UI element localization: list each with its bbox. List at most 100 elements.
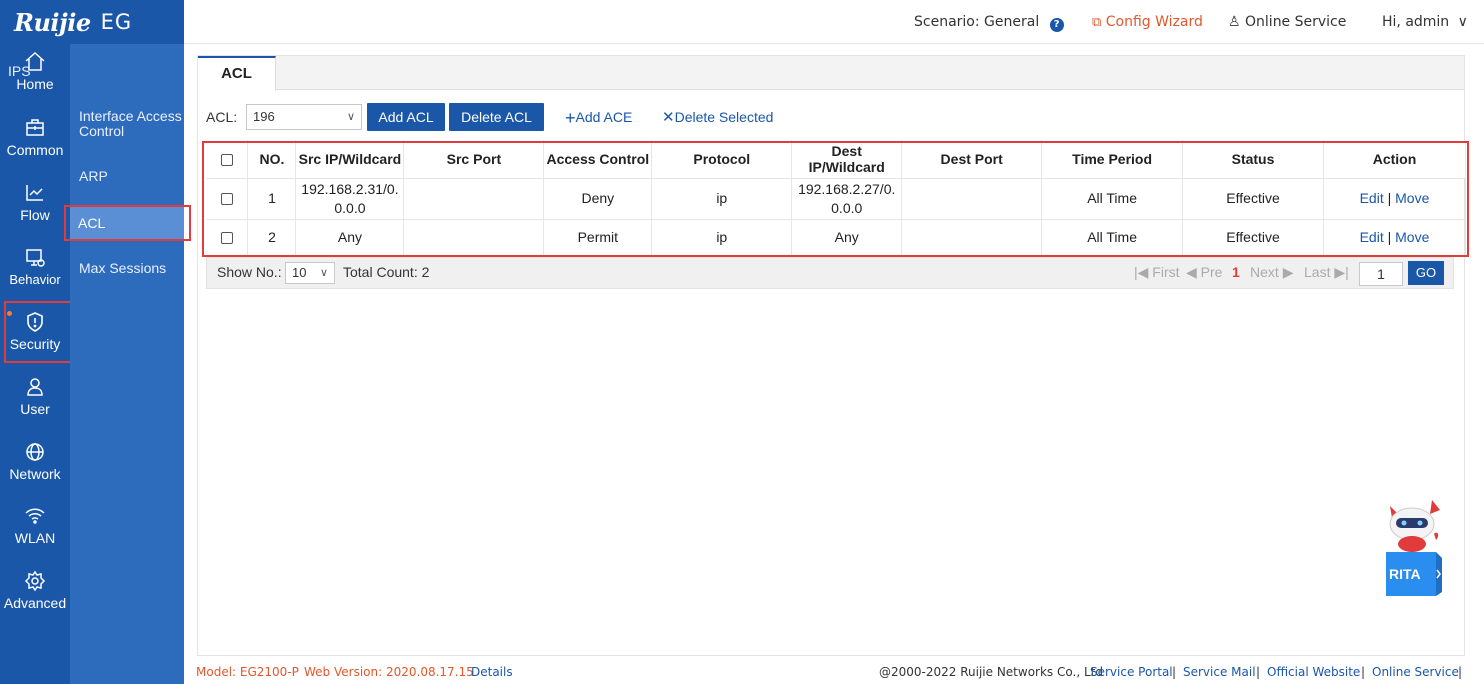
nav-item-behavior[interactable]: Behavior xyxy=(0,246,70,287)
add-acl-button[interactable]: Add ACL xyxy=(367,103,445,131)
last-label: Last xyxy=(1304,264,1331,280)
cell-action: Edit | Move xyxy=(1323,219,1467,256)
robot-icon xyxy=(1386,500,1442,596)
rita-assistant[interactable]: RITA xyxy=(1380,496,1444,600)
column-header: Src IP/Wildcard xyxy=(295,140,405,179)
nav-item-flow[interactable]: Flow xyxy=(0,181,70,223)
last-page-button[interactable]: Last ▶| xyxy=(1304,264,1349,281)
cell-status: Effective xyxy=(1182,178,1324,220)
sub-nav xyxy=(70,44,184,684)
page-size-select[interactable]: 10 ∨ xyxy=(285,262,335,284)
briefcase-icon xyxy=(23,116,47,140)
service-mail-link[interactable]: Service Mail xyxy=(1183,665,1256,679)
online-service-footer-link[interactable]: Online Service xyxy=(1372,665,1459,679)
scenario[interactable]: Scenario: General ? xyxy=(914,14,1064,32)
cell-no: 1 xyxy=(247,178,297,220)
ruijie-logo: Ruijie xyxy=(14,7,91,37)
select-all-checkbox[interactable] xyxy=(220,154,233,167)
edit-link[interactable]: Edit xyxy=(1360,190,1384,206)
next-label: Next xyxy=(1250,264,1279,280)
sub-nav-item-interface-access-control[interactable]: Interface Access Control xyxy=(79,109,187,139)
add-ace-label: Add ACE xyxy=(575,109,633,125)
acl-label: ACL: xyxy=(206,109,238,125)
footer: Model: EG2100-P Web Version: 2020.08.17.… xyxy=(184,660,1484,684)
nav-label: Flow xyxy=(20,207,50,223)
online-service-link[interactable]: ♙ Online Service xyxy=(1228,14,1346,30)
cell-access: Permit xyxy=(543,219,653,256)
acl-select-value: 196 xyxy=(253,109,275,124)
show-no-label: Show No.: xyxy=(217,264,282,280)
move-link[interactable]: Move xyxy=(1395,229,1429,245)
cell-no: 2 xyxy=(247,219,297,256)
rita-label: RITA xyxy=(1389,566,1421,582)
config-wizard-label: Config Wizard xyxy=(1105,14,1203,30)
delete-selected-button[interactable]: ✕Delete Selected xyxy=(662,108,773,126)
cell-dest-port xyxy=(901,219,1043,256)
column-header: Dest Port xyxy=(901,140,1043,179)
config-wizard-link[interactable]: ⧉ Config Wizard xyxy=(1092,14,1203,30)
monitor-icon xyxy=(23,246,47,270)
select-all-cell[interactable] xyxy=(206,140,249,179)
next-page-icon: ▶ xyxy=(1282,264,1294,280)
nav-label: Common xyxy=(6,142,64,158)
brand-logo[interactable]: Ruijie EG xyxy=(0,0,184,44)
go-button[interactable]: GO xyxy=(1408,261,1444,285)
goto-page-input[interactable]: 1 xyxy=(1359,262,1403,286)
nav-item-common[interactable]: Common xyxy=(0,116,70,158)
column-header: Time Period xyxy=(1041,140,1184,179)
greeting: Hi, admin xyxy=(1382,14,1450,30)
nav-label: User xyxy=(20,401,50,417)
cell-dest-port xyxy=(901,178,1043,220)
service-portal-link[interactable]: Service Portal xyxy=(1090,665,1173,679)
table-row: 1 192.168.2.31/0.0.0.0 Deny ip 192.168.2… xyxy=(206,178,1467,220)
nav-item-wlan[interactable]: WLAN xyxy=(0,504,70,546)
sub-nav-label: IPS xyxy=(8,63,31,79)
tab-acl[interactable]: ACL xyxy=(198,56,276,91)
edit-link[interactable]: Edit xyxy=(1360,229,1384,245)
delete-acl-button[interactable]: Delete ACL xyxy=(449,103,544,131)
move-link[interactable]: Move xyxy=(1395,190,1429,206)
cell-time: All Time xyxy=(1041,219,1184,256)
sub-nav-item-max-sessions[interactable]: Max Sessions xyxy=(79,261,189,276)
nav-item-advanced[interactable]: Advanced xyxy=(0,569,70,611)
nav-label: Advanced xyxy=(3,595,67,611)
help-icon[interactable]: ? xyxy=(1049,18,1064,32)
official-website-link[interactable]: Official Website xyxy=(1267,665,1360,679)
pagination-bar: Show No.: 10 ∨ Total Count: 2 |◀ First ◀… xyxy=(206,257,1454,289)
row-checkbox[interactable] xyxy=(220,231,233,244)
nav-label: Network xyxy=(9,466,61,482)
plus-icon: + xyxy=(565,108,576,128)
acl-select[interactable]: 196 ∨ xyxy=(246,104,362,130)
add-ace-button[interactable]: +Add ACE xyxy=(565,108,632,129)
column-header: NO. xyxy=(247,140,297,179)
first-page-button[interactable]: |◀ First xyxy=(1134,264,1180,281)
sub-nav-label: Max Sessions xyxy=(79,260,167,276)
nav-item-network[interactable]: Network xyxy=(0,440,70,482)
footer-separator: | xyxy=(1361,665,1366,679)
cell-src-port xyxy=(403,219,545,256)
prev-label: Pre xyxy=(1200,264,1223,280)
row-checkbox[interactable] xyxy=(220,193,233,206)
cell-status: Effective xyxy=(1182,219,1324,256)
gear-icon xyxy=(23,569,47,593)
current-page[interactable]: 1 xyxy=(1232,264,1240,280)
first-label: First xyxy=(1152,264,1180,280)
footer-separator: | xyxy=(1458,665,1463,679)
table-header-row: NO. Src IP/Wildcard Src Port Access Cont… xyxy=(206,140,1467,179)
chart-icon xyxy=(23,181,47,205)
chevron-down-icon: ∨ xyxy=(346,111,355,123)
user-menu[interactable]: Hi, admin ∨ xyxy=(1382,14,1468,30)
sub-nav-item-ips[interactable]: IPS xyxy=(8,64,118,79)
column-header: Access Control xyxy=(543,140,653,179)
footer-separator: | xyxy=(1256,665,1261,679)
online-service-label: Online Service xyxy=(1245,14,1347,30)
cell-src-ip: Any xyxy=(295,219,405,256)
top-bar: Scenario: General ? ⧉ Config Wizard ♙ On… xyxy=(184,0,1484,44)
details-link[interactable]: Details xyxy=(471,665,513,679)
nav-item-user[interactable]: User xyxy=(0,375,70,417)
cell-src-ip: 192.168.2.31/0.0.0.0 xyxy=(295,178,405,220)
prev-page-button[interactable]: ◀ Pre xyxy=(1186,264,1222,281)
next-page-button[interactable]: Next ▶ xyxy=(1250,264,1293,281)
sub-nav-item-arp[interactable]: ARP xyxy=(79,169,189,184)
chevron-down-icon: ∨ xyxy=(319,267,328,279)
